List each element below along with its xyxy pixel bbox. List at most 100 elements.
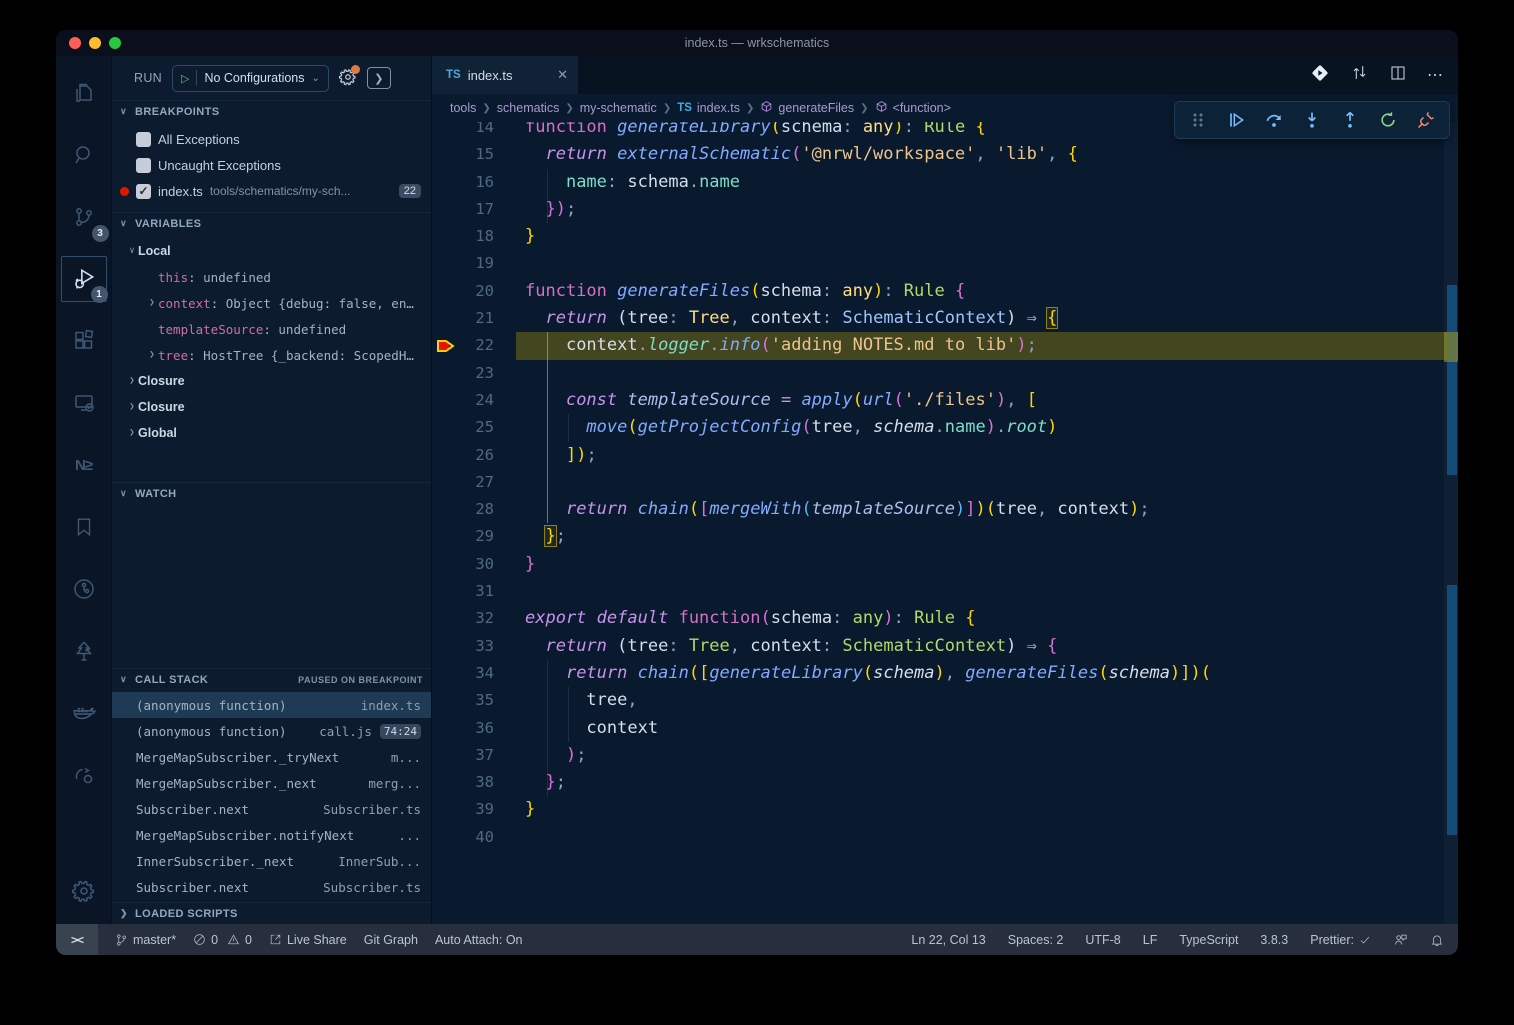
breakpoint-checkbox[interactable] (136, 158, 151, 173)
docker-icon[interactable] (61, 690, 107, 736)
breakpoint-row[interactable]: All Exceptions (112, 126, 431, 152)
breadcrumb-item[interactable]: schematics (497, 101, 560, 115)
code-line[interactable]: 27 (432, 469, 1458, 496)
extensions-icon[interactable] (61, 318, 107, 364)
tab-index-ts[interactable]: TS index.ts ✕ (432, 56, 578, 94)
code-line[interactable]: 33 return (tree: Tree, context: Schemati… (432, 633, 1458, 660)
breakpoint-checkbox[interactable] (136, 132, 151, 147)
remote-indicator[interactable]: >< (56, 924, 98, 955)
code-line[interactable]: 37 ); (432, 742, 1458, 769)
breakpoints-section-header[interactable]: ∨ BREAKPOINTS (112, 100, 431, 122)
step-over-icon[interactable] (1257, 105, 1291, 135)
code-line[interactable]: 36 context (432, 715, 1458, 742)
todo-tree-icon[interactable] (61, 628, 107, 674)
breadcrumb-item[interactable]: tools (450, 101, 476, 115)
live-share-item[interactable]: Live Share (269, 933, 347, 947)
code-line[interactable]: 19 (432, 250, 1458, 277)
scrollbar[interactable] (1444, 122, 1458, 924)
call-stack-frame[interactable]: MergeMapSubscriber._tryNextm... (112, 744, 431, 770)
code-line[interactable]: 40 (432, 824, 1458, 851)
call-stack-frame[interactable]: (anonymous function)index.ts (112, 692, 431, 718)
call-stack-frame[interactable]: MergeMapSubscriber._nextmerg... (112, 770, 431, 796)
code-line[interactable]: 17 }); (432, 196, 1458, 223)
code-line[interactable]: 28 return chain([mergeWith(templateSourc… (432, 496, 1458, 523)
start-debug-icon[interactable]: ▷ (181, 72, 189, 85)
configure-gear-button[interactable] (339, 68, 357, 89)
breakpoint-row[interactable]: index.tstools/schematics/my-sch...22 (112, 178, 431, 204)
cursor-position-item[interactable]: Ln 22, Col 13 (911, 933, 985, 947)
call-stack-frame[interactable]: (anonymous function)call.js74:24 (112, 718, 431, 744)
code-line[interactable]: 39} (432, 796, 1458, 823)
code-line[interactable]: 30} (432, 551, 1458, 578)
explorer-icon[interactable] (61, 70, 107, 116)
bookmarks-icon[interactable] (61, 504, 107, 550)
close-tab-icon[interactable]: ✕ (557, 67, 568, 83)
code-line[interactable]: 24 const templateSource = apply(url('./f… (432, 387, 1458, 414)
code-line[interactable]: 29 }; (432, 523, 1458, 550)
breadcrumb-item[interactable]: generateFiles (760, 100, 854, 116)
breadcrumb-item[interactable]: my-schematic (580, 101, 657, 115)
more-actions-icon[interactable]: ⋯ (1427, 65, 1444, 85)
watch-section-header[interactable]: ∨ WATCH (112, 482, 431, 504)
breadcrumb-item[interactable]: TSindex.ts (677, 101, 740, 115)
code-line[interactable]: 16 name: schema.name (432, 169, 1458, 196)
split-editor-icon[interactable] (1389, 64, 1407, 87)
code-line[interactable]: 15 return externalSchematic('@nrwl/works… (432, 141, 1458, 168)
continue-icon[interactable] (1219, 105, 1253, 135)
code-line[interactable]: 35 tree, (432, 687, 1458, 714)
nx-console-icon[interactable]: N≥ (61, 442, 107, 488)
breakpoint-checkbox[interactable] (136, 184, 151, 199)
code-line[interactable]: 20function generateFiles(schema: any): R… (432, 278, 1458, 305)
eol-item[interactable]: LF (1143, 933, 1158, 947)
encoding-item[interactable]: UTF-8 (1085, 933, 1120, 947)
ts-version-item[interactable]: 3.8.3 (1260, 933, 1288, 947)
code-line[interactable]: 21 return (tree: Tree, context: Schemati… (432, 305, 1458, 332)
loaded-scripts-section-header[interactable]: ❯ LOADED SCRIPTS (112, 902, 431, 924)
debug-console-button[interactable]: ❯ (367, 67, 391, 89)
disconnect-icon[interactable] (1409, 105, 1443, 135)
variable-row[interactable]: ❯Global (112, 420, 431, 446)
code-line[interactable]: 18} (432, 223, 1458, 250)
call-stack-frame[interactable]: Subscriber.nextSubscriber.ts (112, 874, 431, 900)
notifications-bell-icon[interactable] (1430, 933, 1444, 947)
breadcrumb-item[interactable]: <function> (875, 100, 951, 116)
auto-attach-item[interactable]: Auto Attach: On (435, 933, 523, 947)
code-line[interactable]: 22 context.logger.info('adding NOTES.md … (432, 332, 1458, 359)
step-out-icon[interactable] (1333, 105, 1367, 135)
code-line[interactable]: 34 return chain([generateLibrary(schema)… (432, 660, 1458, 687)
variable-row[interactable]: ❯context: Object {debug: false, en… (112, 290, 431, 316)
problems-item[interactable]: 0 0 (193, 933, 252, 947)
source-control-icon[interactable]: 3 (61, 194, 107, 240)
code-line[interactable]: 23 (432, 360, 1458, 387)
breakpoint-paused-icon[interactable] (432, 332, 458, 359)
prettier-item[interactable]: Prettier: (1310, 933, 1371, 947)
call-stack-frame[interactable]: Subscriber.nextSubscriber.ts (112, 796, 431, 822)
variable-row[interactable]: ∨Local (112, 238, 431, 264)
code-line[interactable]: 26 ]); (432, 442, 1458, 469)
gitlens-icon[interactable] (61, 566, 107, 612)
variable-row[interactable]: ❯Closure (112, 394, 431, 420)
compare-changes-icon[interactable] (1350, 63, 1369, 87)
variable-row[interactable]: ❯Closure (112, 368, 431, 394)
toolbar-drag-handle[interactable] (1181, 105, 1215, 135)
step-into-icon[interactable] (1295, 105, 1329, 135)
indentation-item[interactable]: Spaces: 2 (1008, 933, 1064, 947)
search-icon[interactable] (61, 132, 107, 178)
code-area[interactable]: 14function generateLibrary(schema: any):… (432, 122, 1458, 924)
variable-row[interactable]: this: undefined (112, 264, 431, 290)
restart-icon[interactable] (1371, 105, 1405, 135)
git-branch-item[interactable]: master* (115, 933, 176, 947)
call-stack-section-header[interactable]: ∨ CALL STACK PAUSED ON BREAKPOINT (112, 668, 431, 690)
launch-config-dropdown[interactable]: ▷ No Configurations ⌄ (172, 65, 329, 92)
code-line[interactable]: 38 }; (432, 769, 1458, 796)
live-share-icon[interactable] (61, 752, 107, 798)
variable-row[interactable]: templateSource: undefined (112, 316, 431, 342)
breakpoint-row[interactable]: Uncaught Exceptions (112, 152, 431, 178)
remote-explorer-icon[interactable] (61, 380, 107, 426)
language-item[interactable]: TypeScript (1179, 933, 1238, 947)
open-changes-icon[interactable] (1310, 63, 1330, 88)
settings-gear-icon[interactable] (61, 868, 107, 914)
call-stack-frame[interactable]: MergeMapSubscriber.notifyNext... (112, 822, 431, 848)
feedback-icon[interactable] (1393, 932, 1408, 947)
code-line[interactable]: 31 (432, 578, 1458, 605)
